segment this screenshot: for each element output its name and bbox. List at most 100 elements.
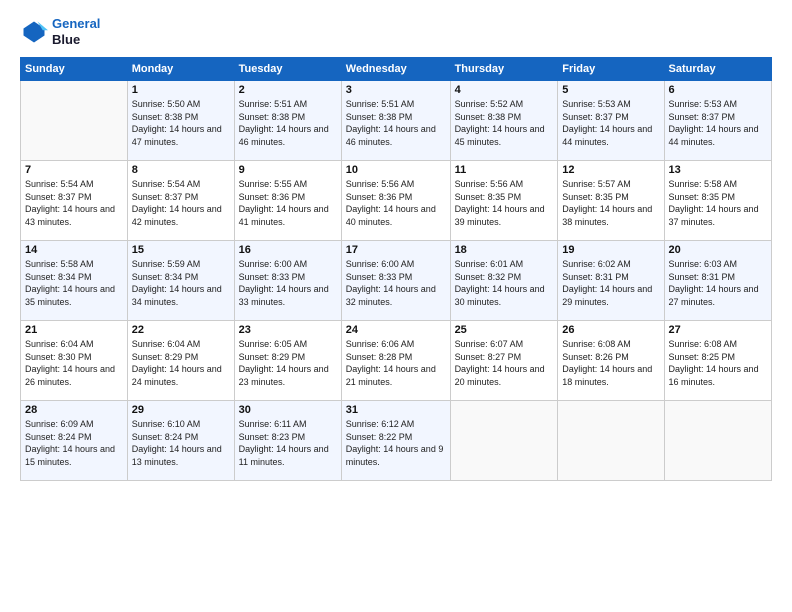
calendar-week-row: 21 Sunrise: 6:04 AM Sunset: 8:30 PM Dayli… xyxy=(21,321,772,401)
day-detail: Sunrise: 6:00 AM Sunset: 8:33 PM Dayligh… xyxy=(346,258,446,308)
day-number: 22 xyxy=(132,324,230,336)
calendar-day-cell xyxy=(558,401,664,481)
day-detail: Sunrise: 6:06 AM Sunset: 8:28 PM Dayligh… xyxy=(346,338,446,388)
logo-icon xyxy=(20,18,48,46)
day-detail: Sunrise: 6:05 AM Sunset: 8:29 PM Dayligh… xyxy=(239,338,337,388)
day-detail: Sunrise: 5:58 AM Sunset: 8:34 PM Dayligh… xyxy=(25,258,123,308)
calendar-day-cell: 20 Sunrise: 6:03 AM Sunset: 8:31 PM Dayli… xyxy=(664,241,771,321)
day-detail: Sunrise: 6:03 AM Sunset: 8:31 PM Dayligh… xyxy=(669,258,767,308)
calendar-day-cell: 27Sunrise: 6:08 AM Sunset: 8:25 PM Dayli… xyxy=(664,321,771,401)
calendar-day-header: Thursday xyxy=(450,58,558,81)
day-number: 20 xyxy=(669,244,767,256)
day-number: 6 xyxy=(669,84,767,96)
calendar-day-cell: 22 Sunrise: 6:04 AM Sunset: 8:29 PM Dayli… xyxy=(127,321,234,401)
day-detail: Sunrise: 5:50 AM Sunset: 8:38 PM Dayligh… xyxy=(132,98,230,148)
calendar-day-cell: 21 Sunrise: 6:04 AM Sunset: 8:30 PM Dayli… xyxy=(21,321,128,401)
calendar-day-cell: 11 Sunrise: 5:56 AM Sunset: 8:35 PM Dayli… xyxy=(450,161,558,241)
day-detail: Sunrise: 5:57 AM Sunset: 8:35 PM Dayligh… xyxy=(562,178,659,228)
calendar-day-cell: 6 Sunrise: 5:53 AM Sunset: 8:37 PM Daylig… xyxy=(664,81,771,161)
calendar-day-cell: 15 Sunrise: 5:59 AM Sunset: 8:34 PM Dayli… xyxy=(127,241,234,321)
calendar-day-cell xyxy=(450,401,558,481)
day-number: 8 xyxy=(132,164,230,176)
day-number: 29 xyxy=(132,404,230,416)
day-detail: Sunrise: 6:08 AM Sunset: 8:25 PM Dayligh… xyxy=(669,338,767,388)
calendar-week-row: 14 Sunrise: 5:58 AM Sunset: 8:34 PM Dayli… xyxy=(21,241,772,321)
calendar-day-cell: 24 Sunrise: 6:06 AM Sunset: 8:28 PM Dayli… xyxy=(341,321,450,401)
day-number: 9 xyxy=(239,164,337,176)
day-number: 14 xyxy=(25,244,123,256)
calendar-day-cell: 16Sunrise: 6:00 AM Sunset: 8:33 PM Dayli… xyxy=(234,241,341,321)
day-detail: Sunrise: 5:56 AM Sunset: 8:36 PM Dayligh… xyxy=(346,178,446,228)
day-detail: Sunrise: 5:59 AM Sunset: 8:34 PM Dayligh… xyxy=(132,258,230,308)
day-number: 12 xyxy=(562,164,659,176)
calendar-day-cell: 3Sunrise: 5:51 AM Sunset: 8:38 PM Daylig… xyxy=(341,81,450,161)
day-number: 11 xyxy=(455,164,554,176)
calendar-day-cell: 1 Sunrise: 5:50 AM Sunset: 8:38 PM Daylig… xyxy=(127,81,234,161)
calendar-day-header: Friday xyxy=(558,58,664,81)
day-number: 21 xyxy=(25,324,123,336)
day-detail: Sunrise: 6:01 AM Sunset: 8:32 PM Dayligh… xyxy=(455,258,554,308)
calendar-day-cell: 2Sunrise: 5:51 AM Sunset: 8:38 PM Daylig… xyxy=(234,81,341,161)
day-number: 18 xyxy=(455,244,554,256)
calendar-day-header: Saturday xyxy=(664,58,771,81)
day-number: 25 xyxy=(455,324,554,336)
day-number: 19 xyxy=(562,244,659,256)
calendar-day-header: Sunday xyxy=(21,58,128,81)
calendar-day-cell: 8 Sunrise: 5:54 AM Sunset: 8:37 PM Daylig… xyxy=(127,161,234,241)
day-detail: Sunrise: 5:52 AM Sunset: 8:38 PM Dayligh… xyxy=(455,98,554,148)
logo: General Blue xyxy=(20,16,100,47)
day-number: 30 xyxy=(239,404,337,416)
page: General Blue SundayMondayTuesdayWednesda… xyxy=(0,0,792,612)
day-number: 4 xyxy=(455,84,554,96)
calendar-header-row: SundayMondayTuesdayWednesdayThursdayFrid… xyxy=(21,58,772,81)
logo-text: General Blue xyxy=(52,16,100,47)
calendar-week-row: 1 Sunrise: 5:50 AM Sunset: 8:38 PM Daylig… xyxy=(21,81,772,161)
calendar-day-cell xyxy=(664,401,771,481)
day-number: 1 xyxy=(132,84,230,96)
day-detail: Sunrise: 6:04 AM Sunset: 8:30 PM Dayligh… xyxy=(25,338,123,388)
calendar-day-cell: 18 Sunrise: 6:01 AM Sunset: 8:32 PM Dayli… xyxy=(450,241,558,321)
day-detail: Sunrise: 5:54 AM Sunset: 8:37 PM Dayligh… xyxy=(25,178,123,228)
calendar-week-row: 7 Sunrise: 5:54 AM Sunset: 8:37 PM Daylig… xyxy=(21,161,772,241)
calendar-day-cell: 14 Sunrise: 5:58 AM Sunset: 8:34 PM Dayli… xyxy=(21,241,128,321)
calendar-day-cell: 9Sunrise: 5:55 AM Sunset: 8:36 PM Daylig… xyxy=(234,161,341,241)
day-number: 13 xyxy=(669,164,767,176)
day-number: 24 xyxy=(346,324,446,336)
calendar-day-header: Tuesday xyxy=(234,58,341,81)
day-number: 2 xyxy=(239,84,337,96)
calendar-day-cell: 4 Sunrise: 5:52 AM Sunset: 8:38 PM Daylig… xyxy=(450,81,558,161)
day-detail: Sunrise: 5:54 AM Sunset: 8:37 PM Dayligh… xyxy=(132,178,230,228)
day-number: 28 xyxy=(25,404,123,416)
day-detail: Sunrise: 6:08 AM Sunset: 8:26 PM Dayligh… xyxy=(562,338,659,388)
day-detail: Sunrise: 5:53 AM Sunset: 8:37 PM Dayligh… xyxy=(669,98,767,148)
calendar-day-cell xyxy=(21,81,128,161)
day-number: 31 xyxy=(346,404,446,416)
day-detail: Sunrise: 6:10 AM Sunset: 8:24 PM Dayligh… xyxy=(132,418,230,468)
calendar-day-cell: 10 Sunrise: 5:56 AM Sunset: 8:36 PM Dayli… xyxy=(341,161,450,241)
calendar-day-cell: 13 Sunrise: 5:58 AM Sunset: 8:35 PM Dayli… xyxy=(664,161,771,241)
day-number: 15 xyxy=(132,244,230,256)
day-number: 17 xyxy=(346,244,446,256)
day-detail: Sunrise: 5:56 AM Sunset: 8:35 PM Dayligh… xyxy=(455,178,554,228)
day-detail: Sunrise: 6:02 AM Sunset: 8:31 PM Dayligh… xyxy=(562,258,659,308)
day-detail: Sunrise: 6:07 AM Sunset: 8:27 PM Dayligh… xyxy=(455,338,554,388)
day-detail: Sunrise: 6:04 AM Sunset: 8:29 PM Dayligh… xyxy=(132,338,230,388)
day-detail: Sunrise: 5:58 AM Sunset: 8:35 PM Dayligh… xyxy=(669,178,767,228)
calendar-day-cell: 26 Sunrise: 6:08 AM Sunset: 8:26 PM Dayli… xyxy=(558,321,664,401)
calendar-day-cell: 7 Sunrise: 5:54 AM Sunset: 8:37 PM Daylig… xyxy=(21,161,128,241)
calendar-day-cell: 28Sunrise: 6:09 AM Sunset: 8:24 PM Dayli… xyxy=(21,401,128,481)
day-number: 7 xyxy=(25,164,123,176)
header: General Blue xyxy=(20,16,772,47)
calendar-day-cell: 31Sunrise: 6:12 AM Sunset: 8:22 PM Dayli… xyxy=(341,401,450,481)
day-detail: Sunrise: 6:11 AM Sunset: 8:23 PM Dayligh… xyxy=(239,418,337,468)
day-number: 26 xyxy=(562,324,659,336)
calendar-week-row: 28Sunrise: 6:09 AM Sunset: 8:24 PM Dayli… xyxy=(21,401,772,481)
day-number: 10 xyxy=(346,164,446,176)
day-number: 5 xyxy=(562,84,659,96)
calendar-day-cell: 5Sunrise: 5:53 AM Sunset: 8:37 PM Daylig… xyxy=(558,81,664,161)
day-number: 23 xyxy=(239,324,337,336)
calendar-day-cell: 25 Sunrise: 6:07 AM Sunset: 8:27 PM Dayli… xyxy=(450,321,558,401)
calendar-day-cell: 23 Sunrise: 6:05 AM Sunset: 8:29 PM Dayli… xyxy=(234,321,341,401)
calendar-day-cell: 29 Sunrise: 6:10 AM Sunset: 8:24 PM Dayli… xyxy=(127,401,234,481)
calendar-day-cell: 19 Sunrise: 6:02 AM Sunset: 8:31 PM Dayli… xyxy=(558,241,664,321)
